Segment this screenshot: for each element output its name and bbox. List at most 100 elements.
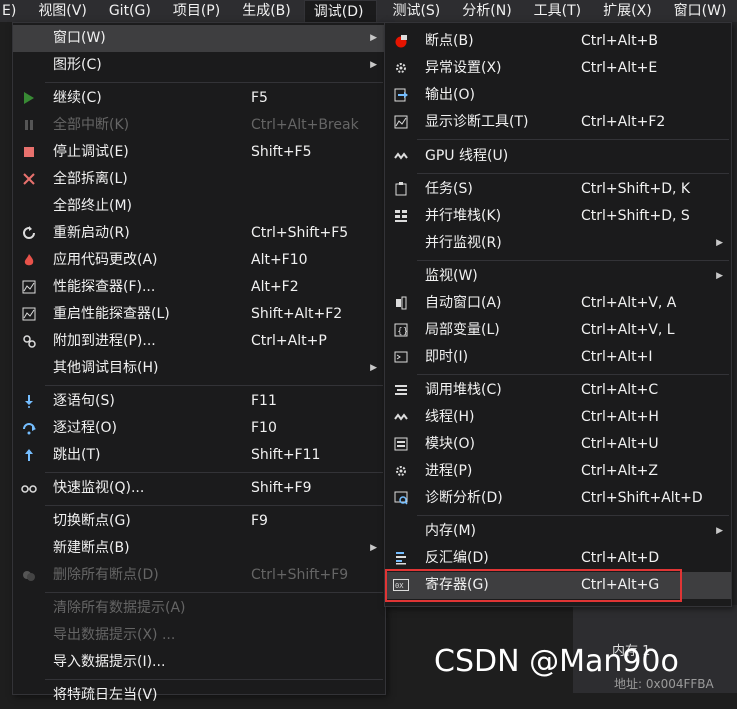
menu-git[interactable]: Git(G) xyxy=(100,0,164,22)
debug-menu-item-delete-all-breakpoints[interactable]: 删除所有断点(D) Ctrl+Shift+F9 xyxy=(13,562,385,589)
autos-icon xyxy=(393,295,409,311)
menu-view[interactable]: 视图(V) xyxy=(29,0,100,22)
menu-item-label: 删除所有断点(D) xyxy=(53,567,159,583)
windows-item-parallel-watch[interactable]: 并行监视(R) ▶ xyxy=(385,230,731,257)
disassembly-icon xyxy=(393,550,409,566)
debug-menu-item-graphics[interactable]: 图形(C) ▶ xyxy=(13,52,385,79)
debug-menu-item-step-over[interactable]: 逐过程(O) F10 xyxy=(13,415,385,442)
windows-item-exception-settings[interactable]: 异常设置(X) Ctrl+Alt+E xyxy=(385,55,731,82)
menu-separator xyxy=(417,173,729,174)
menu-item-label: 新建断点(B) xyxy=(53,540,130,556)
menu-separator xyxy=(45,472,383,473)
windows-item-disassembly[interactable]: 反汇编(D) Ctrl+Alt+D xyxy=(385,545,731,572)
menu-item-label: 图形(C) xyxy=(53,57,102,73)
menu-item-shortcut: Shift+F5 xyxy=(251,144,312,160)
debug-menu-item-truncated[interactable]: 将特疏日左当(V) xyxy=(13,682,385,709)
debug-menu-item-windows[interactable]: 窗口(W) ▶ xyxy=(13,25,385,52)
windows-item-locals[interactable]: {} 局部变量(L) Ctrl+Alt+V, L xyxy=(385,317,731,344)
menu-analyze[interactable]: 分析(N) xyxy=(453,0,524,22)
windows-item-threads[interactable]: 线程(H) Ctrl+Alt+H xyxy=(385,404,731,431)
menu-item-label: 附加到进程(P)... xyxy=(53,333,156,349)
parallel-stacks-icon xyxy=(393,208,409,224)
menu-item-label: 模块(O) xyxy=(425,436,475,452)
processes-icon xyxy=(393,463,409,479)
menu-item-shortcut: Ctrl+Alt+Z xyxy=(581,463,658,479)
menu-item-label: GPU 线程(U) xyxy=(425,148,509,164)
menu-item-label: 异常设置(X) xyxy=(425,60,502,76)
menu-item-label: 调用堆栈(C) xyxy=(425,382,502,398)
play-icon xyxy=(21,90,37,106)
menu-item-shortcut: Ctrl+Shift+Alt+D xyxy=(581,490,703,506)
menu-test[interactable]: 测试(S) xyxy=(377,0,453,22)
menu-item-shortcut: Ctrl+Alt+V, A xyxy=(581,295,677,311)
debug-menu-item-continue[interactable]: 继续(C) F5 xyxy=(13,85,385,112)
debug-menu-item-quick-watch[interactable]: 快速监视(Q)... Shift+F9 xyxy=(13,475,385,502)
exception-icon xyxy=(393,60,409,76)
menu-debug[interactable]: 调试(D) xyxy=(303,0,378,23)
menu-item-shortcut: F11 xyxy=(251,393,277,409)
menu-item-label: 全部中断(K) xyxy=(53,117,130,133)
menu-project[interactable]: 项目(P) xyxy=(164,0,233,22)
debug-menu-item-new-breakpoint[interactable]: 新建断点(B) ▶ xyxy=(13,535,385,562)
menu-item-label: 全部拆离(L) xyxy=(53,171,128,187)
windows-item-parallel-stacks[interactable]: 并行堆栈(K) Ctrl+Shift+D, S xyxy=(385,203,731,230)
menu-item-label: 并行监视(R) xyxy=(425,235,502,251)
menu-window[interactable]: 窗口(W) xyxy=(665,0,737,22)
windows-item-breakpoints[interactable]: 断点(B) Ctrl+Alt+B xyxy=(385,28,731,55)
debug-menu-item-export-datatips[interactable]: 导出数据提示(X) ... xyxy=(13,622,385,649)
menu-item-label: 自动窗口(A) xyxy=(425,295,502,311)
debug-menu-item-relaunch-profiler[interactable]: 重启性能探查器(L) Shift+Alt+F2 xyxy=(13,301,385,328)
locals-icon: {} xyxy=(393,322,409,338)
windows-item-watch[interactable]: 监视(W) ▶ xyxy=(385,263,731,290)
chevron-right-icon: ▶ xyxy=(370,60,377,70)
debug-menu-item-attach-to-process[interactable]: 附加到进程(P)... Ctrl+Alt+P xyxy=(13,328,385,355)
windows-item-call-stack[interactable]: 调用堆栈(C) Ctrl+Alt+C xyxy=(385,377,731,404)
menu-separator xyxy=(417,374,729,375)
call-stack-icon xyxy=(393,382,409,398)
menu-item-shortcut: Shift+F9 xyxy=(251,480,312,496)
debug-menu-item-restart[interactable]: 重新启动(R) Ctrl+Shift+F5 xyxy=(13,220,385,247)
menu-item-label: 监视(W) xyxy=(425,268,478,284)
windows-item-diagnostic-analysis[interactable]: 诊断分析(D) Ctrl+Shift+Alt+D xyxy=(385,485,731,512)
watermark: CSDN @Man90o xyxy=(434,644,679,679)
debug-menu-item-apply-code-changes[interactable]: 应用代码更改(A) Alt+F10 xyxy=(13,247,385,274)
glasses-icon xyxy=(21,480,37,496)
menu-tools[interactable]: 工具(T) xyxy=(525,0,594,22)
debug-menu-item-other-targets[interactable]: 其他调试目标(H) ▶ xyxy=(13,355,385,382)
windows-item-processes[interactable]: 进程(P) Ctrl+Alt+Z xyxy=(385,458,731,485)
menu-item-shortcut: Alt+F2 xyxy=(251,279,299,295)
windows-item-gpu-threads[interactable]: GPU 线程(U) xyxy=(385,143,731,170)
menu-item-label: 内存(M) xyxy=(425,523,477,539)
menu-item-label: 窗口(W) xyxy=(53,30,106,46)
menu-item-label: 导入数据提示(I)... xyxy=(53,654,166,670)
menu-edit[interactable]: E) xyxy=(0,0,29,22)
windows-item-immediate[interactable]: 即时(I) Ctrl+Alt+I xyxy=(385,344,731,371)
debug-menu-item-step-out[interactable]: 跳出(T) Shift+F11 xyxy=(13,442,385,469)
hot-reload-icon xyxy=(21,252,37,268)
menu-item-shortcut: Ctrl+Alt+I xyxy=(581,349,653,365)
windows-item-memory[interactable]: 内存(M) ▶ xyxy=(385,518,731,545)
menu-item-shortcut: Ctrl+Shift+F5 xyxy=(251,225,349,241)
debug-menu-item-clear-datatips[interactable]: 清除所有数据提示(A) xyxy=(13,595,385,622)
debug-menu-item-import-datatips[interactable]: 导入数据提示(I)... xyxy=(13,649,385,676)
windows-item-autos[interactable]: 自动窗口(A) Ctrl+Alt+V, A xyxy=(385,290,731,317)
debug-menu-item-step-into[interactable]: 逐语句(S) F11 xyxy=(13,388,385,415)
menu-item-shortcut: Ctrl+Alt+U xyxy=(581,436,659,452)
menu-separator xyxy=(417,139,729,140)
debug-menu-item-detach-all[interactable]: 全部拆离(L) xyxy=(13,166,385,193)
menu-build[interactable]: 生成(B) xyxy=(233,0,304,22)
menu-item-shortcut: Shift+F11 xyxy=(251,447,321,463)
menu-item-label: 清除所有数据提示(A) xyxy=(53,600,186,616)
debug-menu-item-break-all[interactable]: 全部中断(K) Ctrl+Alt+Break xyxy=(13,112,385,139)
debug-menu-item-toggle-breakpoint[interactable]: 切换断点(G) F9 xyxy=(13,508,385,535)
windows-item-tasks[interactable]: 任务(S) Ctrl+Shift+D, K xyxy=(385,176,731,203)
windows-item-output[interactable]: 输出(O) xyxy=(385,82,731,109)
menu-item-label: 停止调试(E) xyxy=(53,144,129,160)
debug-menu-item-performance-profiler[interactable]: 性能探查器(F)... Alt+F2 xyxy=(13,274,385,301)
menu-separator xyxy=(45,679,383,680)
debug-menu-item-terminate-all[interactable]: 全部终止(M) xyxy=(13,193,385,220)
debug-menu-item-stop-debugging[interactable]: 停止调试(E) Shift+F5 xyxy=(13,139,385,166)
windows-item-modules[interactable]: 模块(O) Ctrl+Alt+U xyxy=(385,431,731,458)
windows-item-diagnostic-tools[interactable]: 显示诊断工具(T) Ctrl+Alt+F2 xyxy=(385,109,731,136)
menu-extensions[interactable]: 扩展(X) xyxy=(594,0,665,22)
